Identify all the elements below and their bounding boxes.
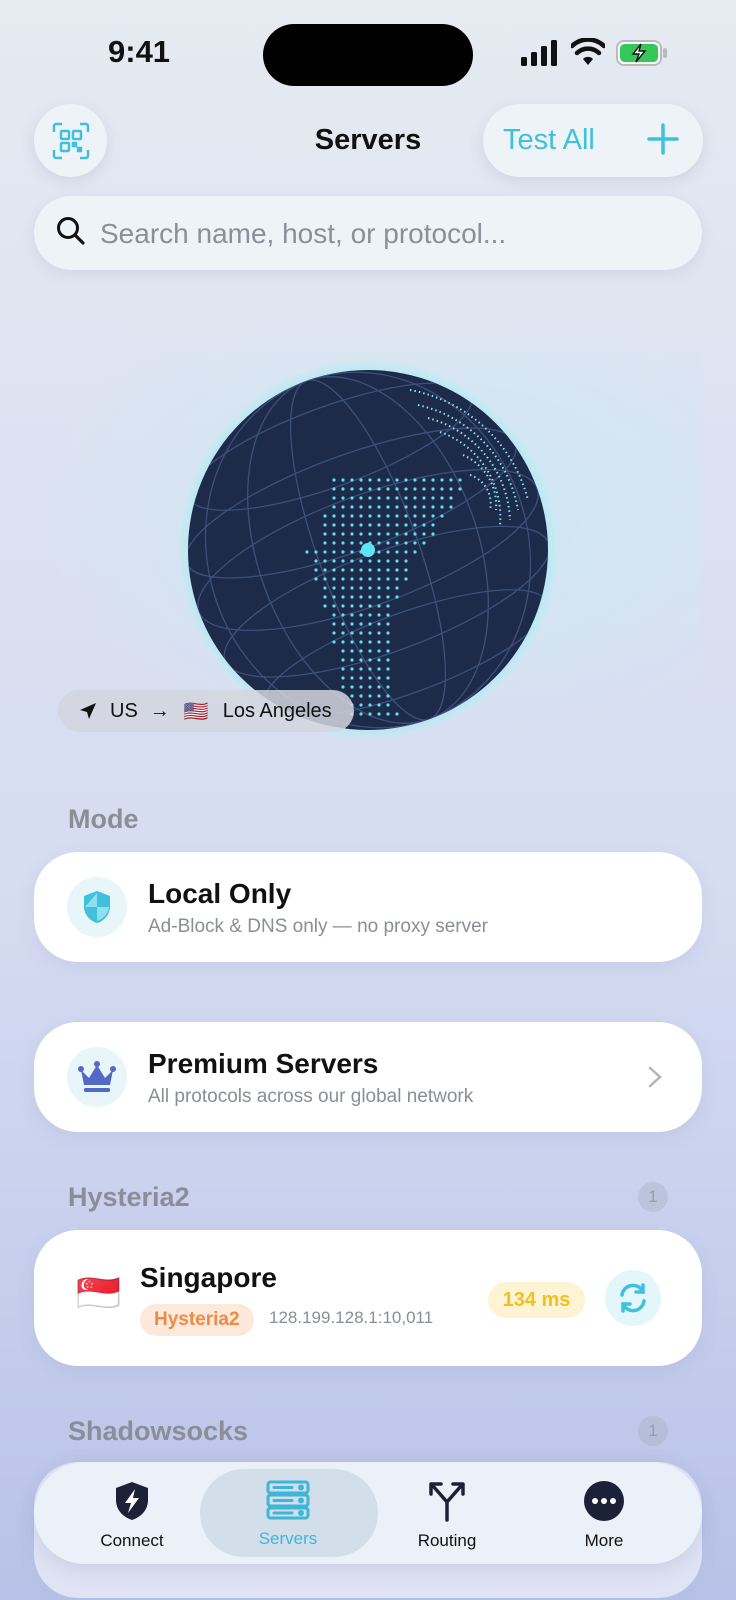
singapore-flag-icon: 🇸🇬 xyxy=(76,1272,121,1313)
arrow-right-icon: → xyxy=(149,699,170,722)
location-from: US xyxy=(110,699,138,722)
search-input[interactable] xyxy=(98,212,682,256)
dynamic-island xyxy=(263,24,473,86)
mode-local-only-card[interactable]: Local Only Ad-Block & DNS only — no prox… xyxy=(34,852,702,962)
cellular-signal-icon xyxy=(521,40,557,66)
server-host: 128.199.128.1:10,011 xyxy=(269,1308,434,1327)
local-only-title: Local Only xyxy=(148,878,292,909)
refresh-icon xyxy=(620,1283,646,1313)
globe-map[interactable] xyxy=(178,360,558,740)
tab-more-label: More xyxy=(584,1531,624,1550)
section-label-shadowsocks: Shadowsocks xyxy=(68,1416,249,1446)
tab-more[interactable]: More xyxy=(534,1480,674,1551)
bolt-shield-icon xyxy=(116,1482,148,1520)
server-stack-icon xyxy=(266,1480,310,1520)
tab-routing[interactable]: Routing xyxy=(377,1480,517,1551)
location-city: Los Angeles xyxy=(222,699,332,722)
local-only-subtitle: Ad-Block & DNS only — no proxy server xyxy=(148,916,489,937)
chevron-right-icon xyxy=(648,1066,662,1088)
protocol-tag: Hysteria2 xyxy=(140,1304,254,1336)
group-count-badge: 1 xyxy=(638,1416,668,1446)
section-label-mode: Mode xyxy=(68,804,139,834)
test-all-button[interactable]: Test All xyxy=(503,124,595,157)
status-time: 9:41 xyxy=(108,34,171,69)
ellipsis-circle-icon xyxy=(584,1481,624,1521)
search-icon xyxy=(57,217,85,245)
location-marker xyxy=(361,543,375,557)
premium-servers-title: Premium Servers xyxy=(148,1048,379,1079)
tab-servers[interactable]: Servers xyxy=(218,1480,358,1549)
test-latency-button[interactable] xyxy=(605,1270,661,1326)
add-server-icon[interactable] xyxy=(646,122,680,156)
server-name: Singapore xyxy=(140,1262,277,1293)
current-location-pill[interactable]: US → 🇺🇸 Los Angeles xyxy=(58,690,354,732)
section-label-hysteria2: Hysteria2 xyxy=(68,1182,190,1212)
location-arrow-icon xyxy=(80,703,96,719)
wifi-icon xyxy=(571,38,605,65)
server-row-singapore[interactable]: 🇸🇬 Singapore xyxy=(34,1230,702,1366)
local-only-icon-wrap xyxy=(67,877,127,937)
tab-routing-label: Routing xyxy=(417,1531,477,1550)
battery-charging-icon xyxy=(616,40,667,66)
latency-badge: 134 ms xyxy=(488,1282,585,1318)
tab-connect-label: Connect xyxy=(100,1531,164,1550)
premium-icon-wrap xyxy=(67,1047,127,1107)
fork-arrows-icon xyxy=(429,1482,465,1522)
crown-icon xyxy=(78,1061,116,1092)
shield-icon xyxy=(84,891,110,923)
tab-servers-label: Servers xyxy=(258,1529,318,1548)
tab-connect[interactable]: Connect xyxy=(62,1480,202,1551)
premium-servers-card[interactable]: Premium Servers All protocols across our… xyxy=(34,1022,702,1132)
group-count-badge: 1 xyxy=(638,1182,668,1212)
us-flag-icon: 🇺🇸 xyxy=(183,700,209,723)
premium-servers-subtitle: All protocols across our global network xyxy=(148,1086,474,1107)
